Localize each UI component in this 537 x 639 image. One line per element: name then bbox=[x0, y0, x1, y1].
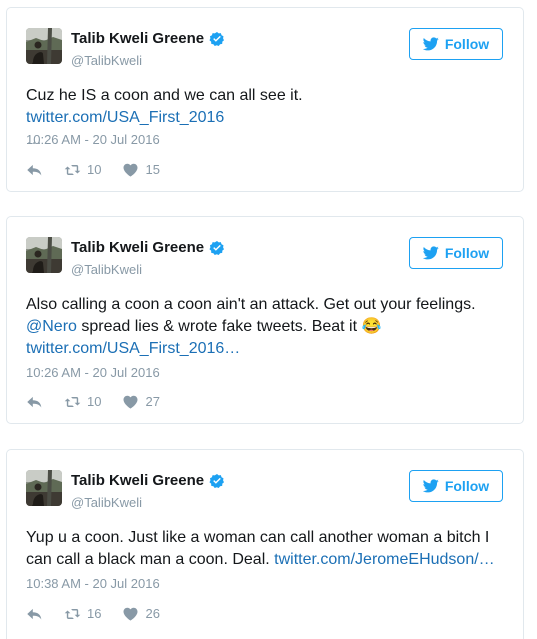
tweet-card: Talib Kweli Greene @TalibKweli Follow Cu… bbox=[6, 7, 524, 192]
twitter-bird-icon bbox=[423, 37, 439, 51]
tweet-card: Talib Kweli Greene @TalibKweli Follow Yu… bbox=[6, 449, 524, 639]
heart-icon bbox=[122, 163, 139, 177]
mention-link[interactable]: @Nero bbox=[26, 318, 77, 335]
author-name[interactable]: Talib Kweli Greene bbox=[71, 239, 204, 256]
author-handle[interactable]: @TalibKweli bbox=[71, 495, 142, 510]
follow-label: Follow bbox=[444, 36, 490, 52]
heart-icon bbox=[122, 607, 139, 621]
tweet-text-body: Cuz he IS a coon and we can all see it. bbox=[26, 87, 303, 104]
author-row: Talib Kweli Greene bbox=[71, 239, 225, 256]
follow-button[interactable]: Follow bbox=[409, 237, 503, 269]
follow-button[interactable]: Follow bbox=[409, 28, 503, 60]
avatar[interactable] bbox=[26, 470, 62, 506]
twitter-bird-icon bbox=[423, 479, 439, 493]
author-handle[interactable]: @TalibKweli bbox=[71, 262, 142, 277]
tweet-timestamp[interactable]: 10:38 AM - 20 Jul 2016 bbox=[26, 576, 160, 591]
retweet-count: 10 bbox=[87, 394, 102, 409]
like-count: 26 bbox=[145, 606, 160, 621]
tweet-text-line: Also calling a coon a coon ain't an atta… bbox=[26, 296, 476, 313]
author-row: Talib Kweli Greene bbox=[71, 30, 225, 47]
verified-badge-icon bbox=[209, 31, 225, 47]
twitter-bird-icon bbox=[423, 246, 439, 260]
laughing-emoji: 😂 bbox=[361, 318, 382, 335]
reply-button[interactable] bbox=[26, 607, 43, 621]
like-count: 27 bbox=[145, 394, 160, 409]
tweet-actions: 10 15 bbox=[26, 162, 181, 177]
retweet-button[interactable]: 10 bbox=[64, 162, 101, 177]
author-row: Talib Kweli Greene bbox=[71, 472, 225, 489]
tweet-text: Also calling a coon a coon ain't an atta… bbox=[26, 294, 505, 360]
tweet-text-line: Yup u a coon. Just like a woman can call… bbox=[26, 529, 490, 546]
retweet-icon bbox=[64, 607, 81, 621]
heart-icon bbox=[122, 395, 139, 409]
retweet-count: 16 bbox=[87, 606, 102, 621]
tweet-text-line: can call a black man a coon. Deal. bbox=[26, 551, 275, 568]
verified-badge-icon bbox=[209, 473, 225, 489]
retweet-count: 10 bbox=[87, 162, 102, 177]
follow-button[interactable]: Follow bbox=[409, 470, 503, 502]
retweet-icon bbox=[64, 163, 81, 177]
reply-icon bbox=[26, 395, 43, 409]
tweet-text-line: spread lies & wrote fake tweets. Beat it bbox=[76, 318, 362, 335]
avatar[interactable] bbox=[26, 28, 62, 64]
like-button[interactable]: 15 bbox=[122, 162, 160, 177]
tweet-link[interactable]: twitter.com/USA_First_2016… bbox=[26, 340, 240, 357]
retweet-button[interactable]: 10 bbox=[64, 394, 101, 409]
avatar[interactable] bbox=[26, 237, 62, 273]
tweet-text: Yup u a coon. Just like a woman can call… bbox=[26, 527, 505, 571]
tweet-timestamp[interactable]: 10:26 AM - 20 Jul 2016 bbox=[26, 132, 160, 147]
tweet-actions: 16 26 bbox=[26, 606, 181, 621]
follow-label: Follow bbox=[444, 478, 490, 494]
reply-icon bbox=[26, 607, 43, 621]
tweet-card: Talib Kweli Greene @TalibKweli Follow Al… bbox=[6, 216, 524, 424]
follow-label: Follow bbox=[444, 245, 490, 261]
reply-button[interactable] bbox=[26, 395, 43, 409]
retweet-button[interactable]: 16 bbox=[64, 606, 101, 621]
tweet-timestamp[interactable]: 10:26 AM - 20 Jul 2016 bbox=[26, 365, 160, 380]
tweet-actions: 10 27 bbox=[26, 394, 181, 409]
verified-badge-icon bbox=[209, 240, 225, 256]
author-name[interactable]: Talib Kweli Greene bbox=[71, 472, 204, 489]
like-button[interactable]: 26 bbox=[122, 606, 160, 621]
retweet-icon bbox=[64, 395, 81, 409]
author-name[interactable]: Talib Kweli Greene bbox=[71, 30, 204, 47]
author-handle[interactable]: @TalibKweli bbox=[71, 53, 142, 68]
tweet-link[interactable]: twitter.com/USA_First_2016 bbox=[26, 109, 224, 126]
reply-button[interactable] bbox=[26, 163, 43, 177]
tweet-link[interactable]: twitter.com/JeromeEHudson/… bbox=[274, 551, 495, 568]
reply-icon bbox=[26, 163, 43, 177]
like-count: 15 bbox=[145, 162, 160, 177]
like-button[interactable]: 27 bbox=[122, 394, 160, 409]
